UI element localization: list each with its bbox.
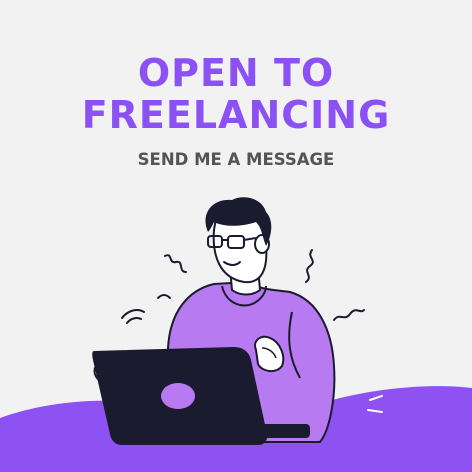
worried-squiggle-icon: [333, 309, 365, 321]
wifi-signal-icon: [121, 294, 171, 324]
laptop-logo-icon: [161, 383, 195, 409]
worried-squiggle-icon: [164, 254, 187, 273]
worried-squiggle-icon: [305, 249, 314, 283]
freelancer-illustration: [0, 197, 472, 472]
